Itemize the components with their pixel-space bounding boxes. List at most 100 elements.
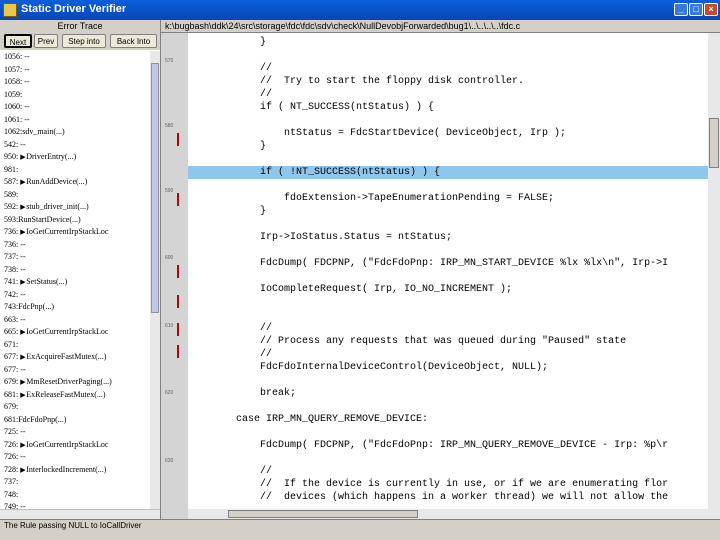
- code-line: FdcFdoInternalDeviceControl(DeviceObject…: [188, 362, 549, 373]
- line-number-marker: 600: [165, 255, 174, 261]
- close-button[interactable]: ×: [704, 3, 718, 16]
- trace-row-label: 749: --: [4, 502, 26, 509]
- scroll-thumb[interactable]: [151, 63, 159, 313]
- trace-line-marker: [177, 193, 179, 206]
- trace-row[interactable]: 665: ▶IoGetCurrentIrpStackLoc: [0, 326, 150, 339]
- line-gutter: 570 580 590 600 610 620 630: [161, 33, 188, 519]
- scroll-thumb[interactable]: [709, 118, 719, 168]
- step-into-button[interactable]: Step into: [62, 34, 106, 48]
- trace-row-label: 681:FdcFdoPnp(...): [4, 414, 67, 424]
- trace-row-label: 1062:sdv_main(...): [4, 127, 65, 136]
- trace-row[interactable]: 736: ▶IoGetCurrentIrpStackLoc: [0, 226, 150, 239]
- next-button[interactable]: Next: [4, 34, 32, 48]
- trace-row[interactable]: 743:FdcPnp(...): [0, 301, 150, 314]
- trace-row[interactable]: 1061: --: [0, 114, 150, 127]
- code-line: // If the device is currently in use, or…: [188, 479, 669, 490]
- trace-row-label: 1060: --: [4, 102, 30, 111]
- code-vertical-scrollbar[interactable]: [708, 33, 720, 519]
- minimize-button[interactable]: _: [674, 3, 688, 16]
- trace-row[interactable]: 542: --: [0, 139, 150, 152]
- trace-row[interactable]: 741: ▶SetStatus(...): [0, 276, 150, 289]
- trace-row[interactable]: 737: --: [0, 251, 150, 264]
- trace-row[interactable]: 1062:sdv_main(...): [0, 126, 150, 139]
- code-line: //: [188, 323, 273, 334]
- trace-row[interactable]: 725: --: [0, 426, 150, 439]
- trace-row[interactable]: 1056: --: [0, 51, 150, 64]
- code-line: FdcDump( FDCPNP, ("FdcFdoPnp: IRP_MN_QUE…: [188, 440, 669, 451]
- trace-row[interactable]: 671:: [0, 339, 150, 352]
- source-code-view[interactable]: } // // Try to start the floppy disk con…: [188, 33, 708, 509]
- trace-row[interactable]: 1060: --: [0, 101, 150, 114]
- trace-row-label: 663: --: [4, 314, 26, 324]
- code-line: //: [188, 349, 273, 360]
- trace-row[interactable]: 728: ▶InterlockedIncrement(...): [0, 464, 150, 477]
- trace-row-label: 726:: [4, 439, 21, 449]
- trace-row[interactable]: 1057: --: [0, 64, 150, 77]
- trace-row[interactable]: 679:: [0, 401, 150, 414]
- trace-row[interactable]: 726: --: [0, 451, 150, 464]
- trace-call-label: ExAcquireFastMutex(...): [26, 352, 107, 361]
- back-into-button[interactable]: Back Into: [110, 34, 157, 48]
- trace-row[interactable]: 679: ▶MmResetDriverPaging(...): [0, 376, 150, 389]
- trace-row-label: 587:: [4, 177, 21, 186]
- trace-row-label: 1057: --: [4, 64, 30, 74]
- scroll-thumb[interactable]: [228, 510, 418, 518]
- status-bar: The Rule passing NULL to IoCallDriver: [0, 519, 720, 540]
- trace-row[interactable]: 593:RunStartDevice(...): [0, 214, 150, 227]
- trace-row[interactable]: 736: --: [0, 239, 150, 252]
- code-line: Irp->IoStatus.Status = ntStatus;: [188, 232, 453, 243]
- trace-line-marker: [177, 265, 179, 278]
- trace-row[interactable]: 1059:: [0, 89, 150, 102]
- trace-row[interactable]: 677: ▶ExAcquireFastMutex(...): [0, 351, 150, 364]
- trace-row[interactable]: 587: ▶RunAddDevice(...): [0, 176, 150, 189]
- trace-row-label: 738: --: [4, 264, 26, 274]
- trace-row[interactable]: 1058: --: [0, 76, 150, 89]
- trace-row-label: 1056: --: [4, 52, 30, 61]
- trace-vertical-scrollbar[interactable]: [150, 51, 160, 509]
- trace-line-marker: [177, 323, 179, 336]
- maximize-button[interactable]: □: [689, 3, 703, 16]
- line-number-marker: 630: [165, 458, 174, 464]
- line-number-marker: 570: [165, 58, 174, 64]
- trace-row[interactable]: 950: ▶DriverEntry(...): [0, 151, 150, 164]
- trace-row[interactable]: 981:: [0, 164, 150, 177]
- trace-call-label: IoGetCurrentIrpStackLoc: [26, 327, 109, 336]
- trace-row[interactable]: 748:: [0, 489, 150, 502]
- trace-row-label: 681:: [4, 389, 21, 399]
- trace-row[interactable]: 681: ▶ExReleaseFastMutex(...): [0, 389, 150, 402]
- trace-row-label: 748:: [4, 489, 19, 499]
- code-horizontal-scrollbar[interactable]: [188, 509, 708, 519]
- trace-row[interactable]: 677: --: [0, 364, 150, 377]
- code-line: fdoExtension->TapeEnumerationPending = F…: [188, 193, 555, 204]
- trace-row-label: 671:: [4, 339, 19, 349]
- trace-call-label: IoGetCurrentIrpStackLoc: [26, 439, 109, 449]
- trace-row[interactable]: 592: ▶stub_driver_init(...): [0, 201, 150, 214]
- file-path: k:\bugbash\ddk\24\src\storage\fdc\fdc\sd…: [161, 20, 720, 33]
- trace-row[interactable]: 749: --: [0, 501, 150, 509]
- trace-row[interactable]: 726: ▶IoGetCurrentIrpStackLoc: [0, 439, 150, 452]
- code-line: FdcDump( FDCPNP, ("FdcFdoPnp: IRP_MN_STA…: [188, 258, 669, 269]
- trace-row-label: 589:: [4, 189, 19, 199]
- line-number-marker: 580: [165, 123, 174, 129]
- line-number-marker: 610: [165, 323, 174, 329]
- trace-row[interactable]: 589:: [0, 189, 150, 202]
- app-icon: [3, 3, 17, 17]
- prev-button[interactable]: Prev: [34, 34, 58, 48]
- trace-row-label: 1058: --: [4, 77, 30, 86]
- trace-row[interactable]: 737:: [0, 476, 150, 489]
- trace-row-label: 743:FdcPnp(...): [4, 302, 54, 311]
- code-line: // Try to start the floppy disk controll…: [188, 76, 525, 87]
- trace-row[interactable]: 742: --: [0, 289, 150, 302]
- code-line: // devices (which happens in a worker th…: [188, 492, 669, 503]
- trace-call-label: ExReleaseFastMutex(...): [26, 389, 106, 399]
- trace-row[interactable]: 663: --: [0, 314, 150, 327]
- trace-row[interactable]: 738: --: [0, 264, 150, 277]
- trace-row[interactable]: 681:FdcFdoPnp(...): [0, 414, 150, 427]
- code-line: }: [188, 141, 267, 152]
